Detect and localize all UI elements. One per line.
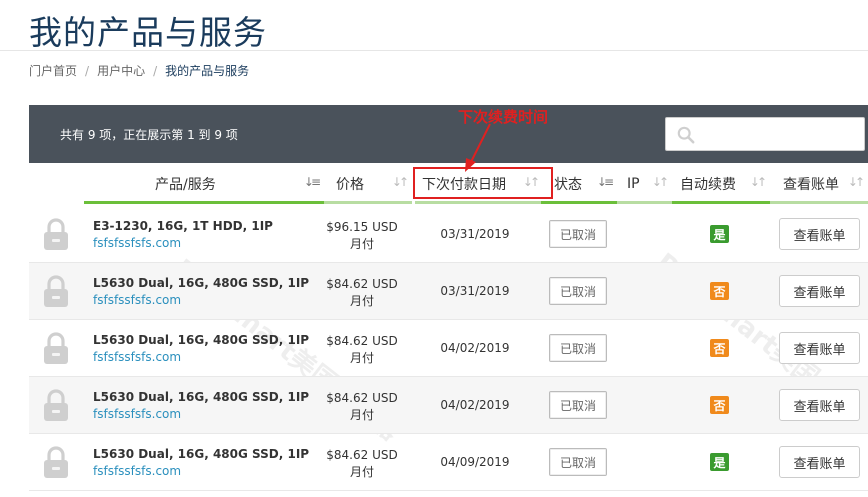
status-badge: 已取消 — [549, 391, 607, 419]
breadcrumb-user-center[interactable]: 用户中心 — [97, 62, 145, 79]
table-row[interactable]: L5630 Dual, 16G, 480G SSD, 1IP fsfsfssfs… — [29, 434, 868, 491]
column-bar — [541, 201, 617, 204]
column-bar — [415, 201, 543, 204]
price-amount: $84.62 USD — [326, 448, 398, 462]
breadcrumb-current: 我的产品与服务 — [165, 64, 250, 78]
lock-icon — [44, 332, 68, 364]
page-title: 我的产品与服务 — [29, 13, 267, 52]
next-due-date: 03/31/2019 — [440, 284, 510, 298]
status-badge: 已取消 — [549, 448, 607, 476]
view-invoice-button[interactable]: 查看账单 — [779, 389, 860, 421]
lock-icon — [44, 218, 68, 250]
auto-renew-badge: 是 — [710, 453, 729, 471]
sort-icon: ↓↑ — [651, 175, 669, 189]
price: $84.62 USD 月付 — [317, 390, 407, 424]
table-row[interactable]: E3-1230, 16G, 1T HDD, 1IP fsfsfssfsfs.co… — [29, 206, 868, 263]
price-amount: $84.62 USD — [326, 391, 398, 405]
lock-icon — [44, 446, 68, 478]
column-ip[interactable]: IP ↓↑ — [617, 163, 672, 204]
table-toolbar: 共有 9 项，正在展示第 1 到 9 项 — [29, 105, 868, 163]
table-row[interactable]: L5630 Dual, 16G, 480G SSD, 1IP fsfsfssfs… — [29, 320, 868, 377]
price: $84.62 USD 月付 — [317, 333, 407, 367]
product-domain[interactable]: fsfsfssfsfs.com — [93, 293, 181, 307]
auto-renew-badge: 否 — [710, 396, 729, 414]
price: $84.62 USD 月付 — [317, 447, 407, 481]
product-name[interactable]: E3-1230, 16G, 1T HDD, 1IP — [93, 219, 273, 233]
next-due-date: 04/02/2019 — [440, 341, 510, 355]
sort-icon: ↓≡ — [303, 175, 321, 189]
divider — [0, 50, 868, 51]
price: $96.15 USD 月付 — [317, 219, 407, 253]
product-name[interactable]: L5630 Dual, 16G, 480G SSD, 1IP — [93, 390, 309, 404]
column-bar — [672, 201, 770, 204]
view-invoice-button[interactable]: 查看账单 — [779, 332, 860, 364]
column-product[interactable]: 产品/服务 ↓≡ — [84, 163, 324, 204]
status-badge: 已取消 — [549, 334, 607, 362]
auto-renew-badge: 否 — [710, 282, 729, 300]
breadcrumb: 门户首页 / 用户中心 / 我的产品与服务 — [29, 62, 249, 79]
lock-icon — [44, 275, 68, 307]
column-auto-renew[interactable]: 自动续费 ↓↑ — [672, 163, 770, 204]
status-badge: 已取消 — [549, 220, 607, 248]
billing-cycle: 月付 — [349, 351, 374, 365]
sort-icon: ↓↑ — [391, 175, 409, 189]
view-invoice-button[interactable]: 查看账单 — [779, 446, 860, 478]
product-domain[interactable]: fsfsfssfsfs.com — [93, 350, 181, 364]
breadcrumb-separator: / — [153, 63, 158, 78]
product-domain[interactable]: fsfsfssfsfs.com — [93, 464, 181, 478]
view-invoice-button[interactable]: 查看账单 — [779, 275, 860, 307]
product-domain[interactable]: fsfsfssfsfs.com — [93, 236, 181, 250]
billing-cycle: 月付 — [349, 237, 374, 251]
sort-icon: ↓↑ — [847, 175, 865, 189]
column-bar — [84, 201, 324, 204]
annotation-highlight — [413, 167, 553, 199]
sort-icon: ↓↑ — [749, 175, 767, 189]
column-bar — [770, 201, 868, 204]
product-name[interactable]: L5630 Dual, 16G, 480G SSD, 1IP — [93, 276, 309, 290]
column-price[interactable]: 价格 ↓↑ — [324, 163, 412, 204]
billing-cycle: 月付 — [349, 294, 374, 308]
product-domain[interactable]: fsfsfssfsfs.com — [93, 407, 181, 421]
column-bar — [324, 201, 412, 204]
table-row[interactable]: L5630 Dual, 16G, 480G SSD, 1IP fsfsfssfs… — [29, 263, 868, 320]
product-name[interactable]: L5630 Dual, 16G, 480G SSD, 1IP — [93, 447, 309, 461]
table-row[interactable]: L5630 Dual, 16G, 480G SSD, 1IP fsfsfssfs… — [29, 377, 868, 434]
price-amount: $84.62 USD — [326, 334, 398, 348]
auto-renew-badge: 是 — [710, 225, 729, 243]
table-info: 共有 9 项，正在展示第 1 到 9 项 — [60, 128, 238, 142]
status-badge: 已取消 — [549, 277, 607, 305]
price-amount: $96.15 USD — [326, 220, 398, 234]
billing-cycle: 月付 — [349, 465, 374, 479]
billing-cycle: 月付 — [349, 408, 374, 422]
lock-icon — [44, 389, 68, 421]
price: $84.62 USD 月付 — [317, 276, 407, 310]
view-invoice-button[interactable]: 查看账单 — [779, 218, 860, 250]
breadcrumb-separator: / — [85, 63, 90, 78]
next-due-date: 03/31/2019 — [440, 227, 510, 241]
price-amount: $84.62 USD — [326, 277, 398, 291]
sort-icon: ↓≡ — [596, 175, 614, 189]
search-input[interactable] — [666, 118, 864, 150]
auto-renew-badge: 否 — [710, 339, 729, 357]
breadcrumb-home[interactable]: 门户首页 — [29, 62, 77, 79]
next-due-date: 04/09/2019 — [440, 455, 510, 469]
column-bar — [617, 201, 672, 204]
search-icon — [677, 126, 695, 144]
search-box[interactable] — [665, 117, 865, 151]
column-invoice[interactable]: 查看账单 ↓↑ — [770, 163, 868, 204]
product-name[interactable]: L5630 Dual, 16G, 480G SSD, 1IP — [93, 333, 309, 347]
next-due-date: 04/02/2019 — [440, 398, 510, 412]
